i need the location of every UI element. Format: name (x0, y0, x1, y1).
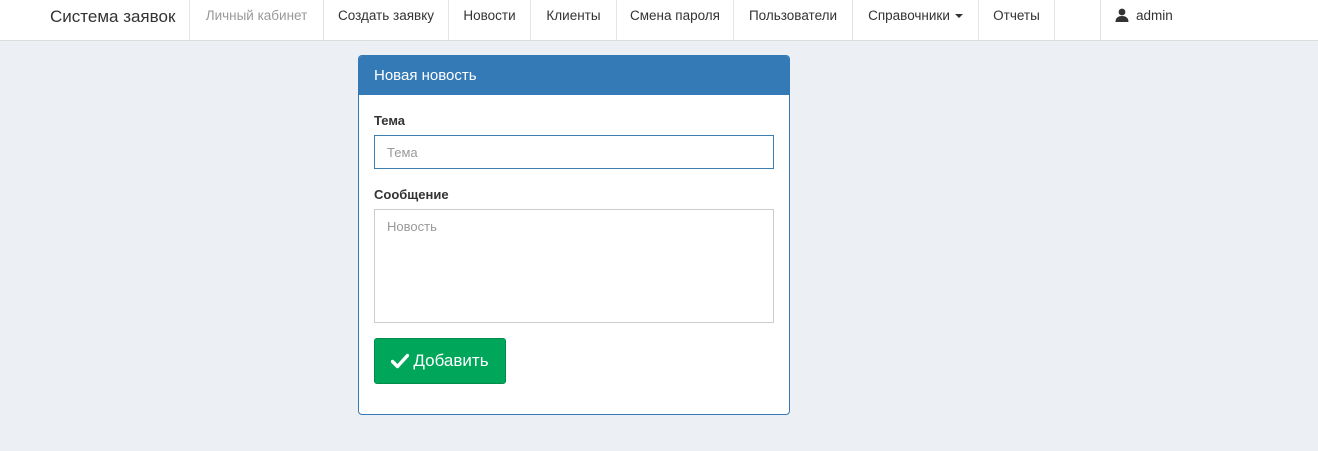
add-button[interactable]: Добавить (374, 338, 506, 384)
add-button-label: Добавить (413, 351, 489, 370)
user-menu[interactable]: admin (1115, 0, 1173, 31)
user-name: admin (1136, 8, 1173, 23)
nav-item-users[interactable]: Пользователи (733, 0, 852, 40)
message-label: Сообщение (374, 187, 449, 202)
nav-item-change-password[interactable]: Смена пароля (616, 0, 733, 40)
caret-down-icon (954, 14, 963, 19)
new-news-panel: Новая новость Тема Сообщение Добавить (358, 55, 790, 415)
nav-item-create-request[interactable]: Создать заявку (323, 0, 448, 40)
nav-divider (1054, 0, 1101, 40)
user-icon (1115, 8, 1129, 22)
subject-label: Тема (374, 113, 406, 128)
brand-title[interactable]: Система заявок (50, 0, 175, 33)
nav-item-reports[interactable]: Отчеты (978, 0, 1054, 40)
nav-item-references-label: Справочники (868, 8, 950, 23)
nav-item-references-dropdown[interactable]: Справочники (852, 0, 978, 40)
subject-input[interactable] (374, 135, 774, 169)
nav-item-clients[interactable]: Клиенты (530, 0, 616, 40)
message-textarea[interactable] (374, 209, 774, 323)
top-navbar: Система заявок Личный кабинет Создать за… (0, 0, 1318, 41)
panel-title: Новая новость (359, 56, 789, 95)
nav-item-news[interactable]: Новости (448, 0, 530, 40)
nav-item-personal-account[interactable]: Личный кабинет (189, 0, 323, 40)
check-icon (391, 353, 410, 369)
